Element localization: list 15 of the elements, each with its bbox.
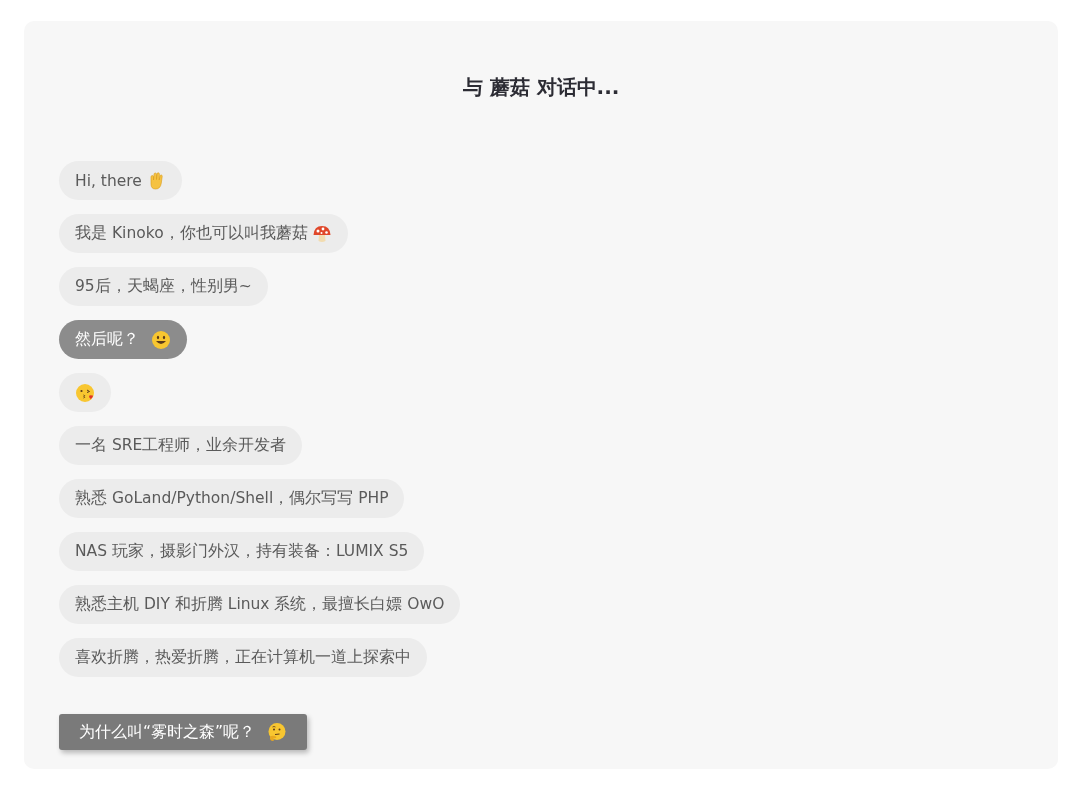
message-bubble: NAS 玩家，摄影门外汉，持有装备：LUMIX S5 bbox=[59, 532, 425, 571]
message-bubble: 95后，天蝎座，性别男~ bbox=[59, 267, 268, 306]
reply-bubble: 然后呢？ bbox=[59, 320, 187, 359]
chat-title: 与 蘑菇 对话中... bbox=[461, 74, 621, 101]
kissing-face-icon bbox=[75, 382, 95, 403]
question-button[interactable]: 为什么叫“雾时之森”呢？ bbox=[59, 714, 308, 750]
mushroom-icon bbox=[311, 223, 332, 244]
message-bubble: 我是 Kinoko，你也可以叫我蘑菇 bbox=[59, 214, 348, 253]
message-bubble: 熟悉主机 DIY 和折腾 Linux 系统，最擅长白嫖 OwO bbox=[59, 585, 461, 624]
message-bubble: 喜欢折腾，热爱折腾，正在计算机一道上探索中 bbox=[59, 638, 427, 677]
smiley-icon bbox=[151, 329, 171, 350]
message-bubble: 熟悉 GoLand/Python/Shell，偶尔写写 PHP bbox=[59, 479, 405, 518]
message-bubble: 一名 SRE工程师，业余开发者 bbox=[59, 426, 303, 465]
thinking-face-icon bbox=[267, 722, 288, 742]
message-bubble: Hi, there bbox=[59, 161, 182, 200]
